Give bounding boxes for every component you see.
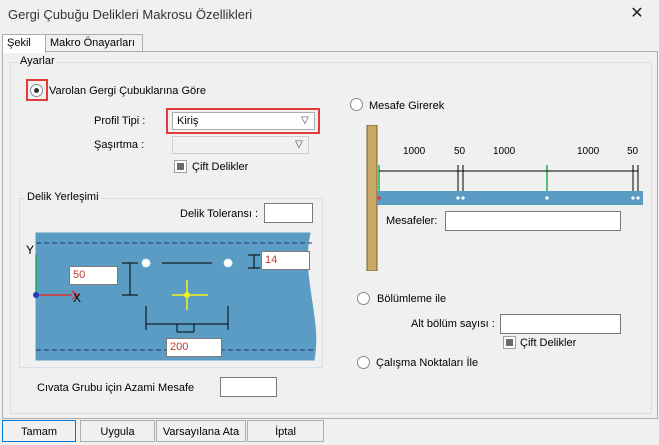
axis-x-label: X <box>73 291 82 305</box>
distance-radio[interactable] <box>350 98 363 111</box>
axis-y-label: Y <box>26 243 35 257</box>
division-double-holes-label: Çift Delikler <box>520 337 577 349</box>
settings-group-label: Ayarlar <box>18 55 57 67</box>
stagger-label: Şaşırtma : <box>94 139 145 151</box>
dim-200-input[interactable]: 200 <box>166 338 222 357</box>
work-points-label: Çalışma Noktaları İle <box>376 357 479 369</box>
existing-rods-radio[interactable] <box>30 84 43 97</box>
dim-14-input[interactable]: 14 <box>261 251 310 270</box>
window-title: Gergi Çubuğu Delikleri Makrosu Özellikle… <box>8 7 253 22</box>
double-holes-checkbox[interactable] <box>174 160 187 173</box>
close-icon[interactable]: ✕ <box>626 2 648 26</box>
dim-14-value: 14 <box>265 254 278 266</box>
chevron-down-icon: ▽ <box>301 115 309 126</box>
distances-label: Mesafeler: <box>386 215 438 227</box>
dim-label: 1000 <box>493 146 516 157</box>
tab-sekil[interactable]: Şekil <box>2 34 46 53</box>
ok-button[interactable]: Tamam <box>2 420 76 442</box>
dim-label: 50 <box>627 146 639 157</box>
stagger-select[interactable]: ▽ <box>172 136 309 154</box>
chevron-down-icon: ▽ <box>295 139 303 150</box>
existing-rods-label: Varolan Gergi Çubuklarına Göre <box>49 85 206 97</box>
profile-type-value: Kiriş <box>177 115 199 127</box>
hole-placement-label: Delik Yerleşimi <box>25 191 101 203</box>
dim-50-value: 50 <box>73 269 86 281</box>
set-defaults-button[interactable]: Varsayılana Ata <box>156 420 246 442</box>
division-double-holes-checkbox[interactable] <box>503 336 516 349</box>
dim-200-value: 200 <box>170 341 189 353</box>
distances-input[interactable] <box>445 211 621 231</box>
dim-label: 1000 <box>577 146 600 157</box>
division-option-label: Bölümleme ile <box>377 293 447 305</box>
subdivision-label: Alt bölüm sayısı : <box>411 318 495 330</box>
profile-type-label: Profil Tipi : <box>94 115 146 127</box>
max-distance-input[interactable] <box>220 377 277 397</box>
tab-makro-onayarlari[interactable]: Makro Önayarları <box>45 34 143 52</box>
distance-option-label: Mesafe Girerek <box>369 100 445 112</box>
division-radio[interactable] <box>357 292 370 305</box>
work-points-radio[interactable] <box>357 356 370 369</box>
apply-button[interactable]: Uygula <box>80 420 155 442</box>
max-distance-label: Cıvata Grubu için Azami Mesafe <box>37 382 195 394</box>
double-holes-label: Çift Delikler <box>192 161 249 173</box>
cancel-button[interactable]: İptal <box>247 420 324 442</box>
dim-label: 1000 <box>403 146 426 157</box>
hole-tolerance-label: Delik Toleransı : <box>180 208 259 220</box>
profile-type-select[interactable]: Kiriş ▽ <box>172 112 315 130</box>
subdivision-input[interactable] <box>500 314 621 334</box>
hole-tolerance-input[interactable] <box>264 203 313 223</box>
dim-label: 50 <box>454 146 466 157</box>
dim-50-input[interactable]: 50 <box>69 266 118 285</box>
